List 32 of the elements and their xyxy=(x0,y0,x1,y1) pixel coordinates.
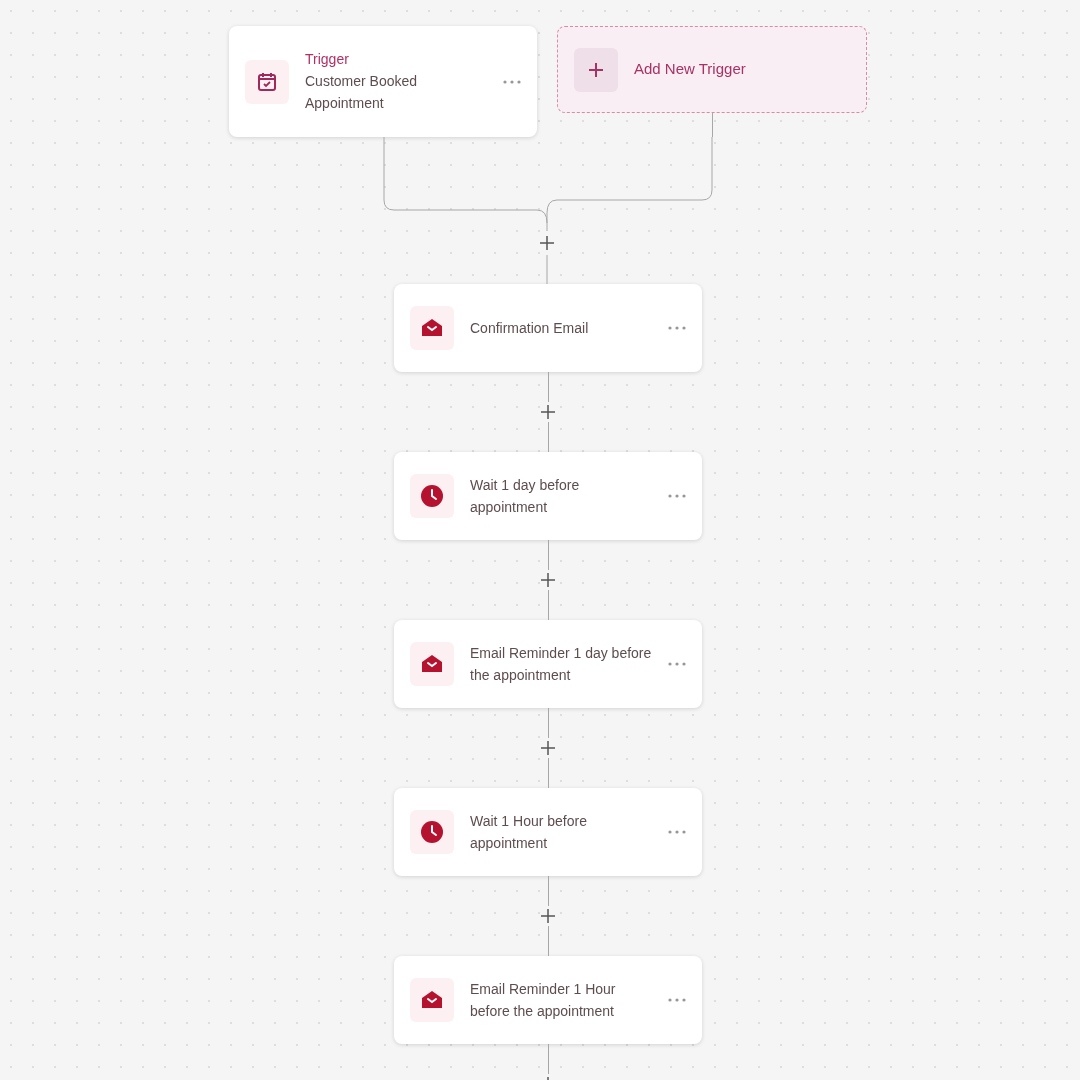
step-card[interactable]: Wait 1 Hour before appointment xyxy=(394,788,702,876)
more-icon[interactable] xyxy=(503,79,521,84)
add-step-icon[interactable] xyxy=(541,741,555,755)
trigger-label: Trigger xyxy=(305,50,350,69)
more-icon[interactable] xyxy=(668,830,686,834)
step-title: Wait 1 Hour before appointment xyxy=(470,812,588,853)
step-title: Email Reminder 1 Hour before the appointment xyxy=(470,980,617,1021)
more-icon[interactable] xyxy=(668,662,686,666)
envelope-icon xyxy=(421,655,443,673)
step-title: Wait 1 day before appointment xyxy=(470,476,581,517)
add-step-icon[interactable] xyxy=(541,573,555,587)
step-card[interactable]: Wait 1 day before appointment xyxy=(394,452,702,540)
add-step-icon[interactable] xyxy=(539,235,555,251)
calendar-icon xyxy=(257,71,277,92)
step-title: Email Reminder 1 day before the appointment xyxy=(470,644,652,685)
add-trigger-button[interactable]: Add New Trigger xyxy=(557,26,867,113)
clock-icon xyxy=(421,485,443,507)
step-title: Confirmation Email xyxy=(470,319,590,338)
plus-icon xyxy=(588,61,604,78)
envelope-icon xyxy=(421,991,443,1009)
step-card[interactable]: Confirmation Email xyxy=(394,284,702,372)
step-card[interactable]: Email Reminder 1 day before the appointment xyxy=(394,620,702,708)
add-step-icon[interactable] xyxy=(541,405,555,419)
more-icon[interactable] xyxy=(668,494,686,498)
more-icon[interactable] xyxy=(668,326,686,330)
step-card[interactable]: Email Reminder 1 Hour before the appointment xyxy=(394,956,702,1044)
add-step-icon[interactable] xyxy=(541,909,555,923)
envelope-icon xyxy=(421,319,443,337)
clock-icon xyxy=(421,821,443,843)
trigger-title: Customer Booked Appointment xyxy=(305,72,419,113)
trigger-card[interactable]: Trigger Customer Booked Appointment xyxy=(229,26,537,137)
more-icon[interactable] xyxy=(668,998,686,1002)
